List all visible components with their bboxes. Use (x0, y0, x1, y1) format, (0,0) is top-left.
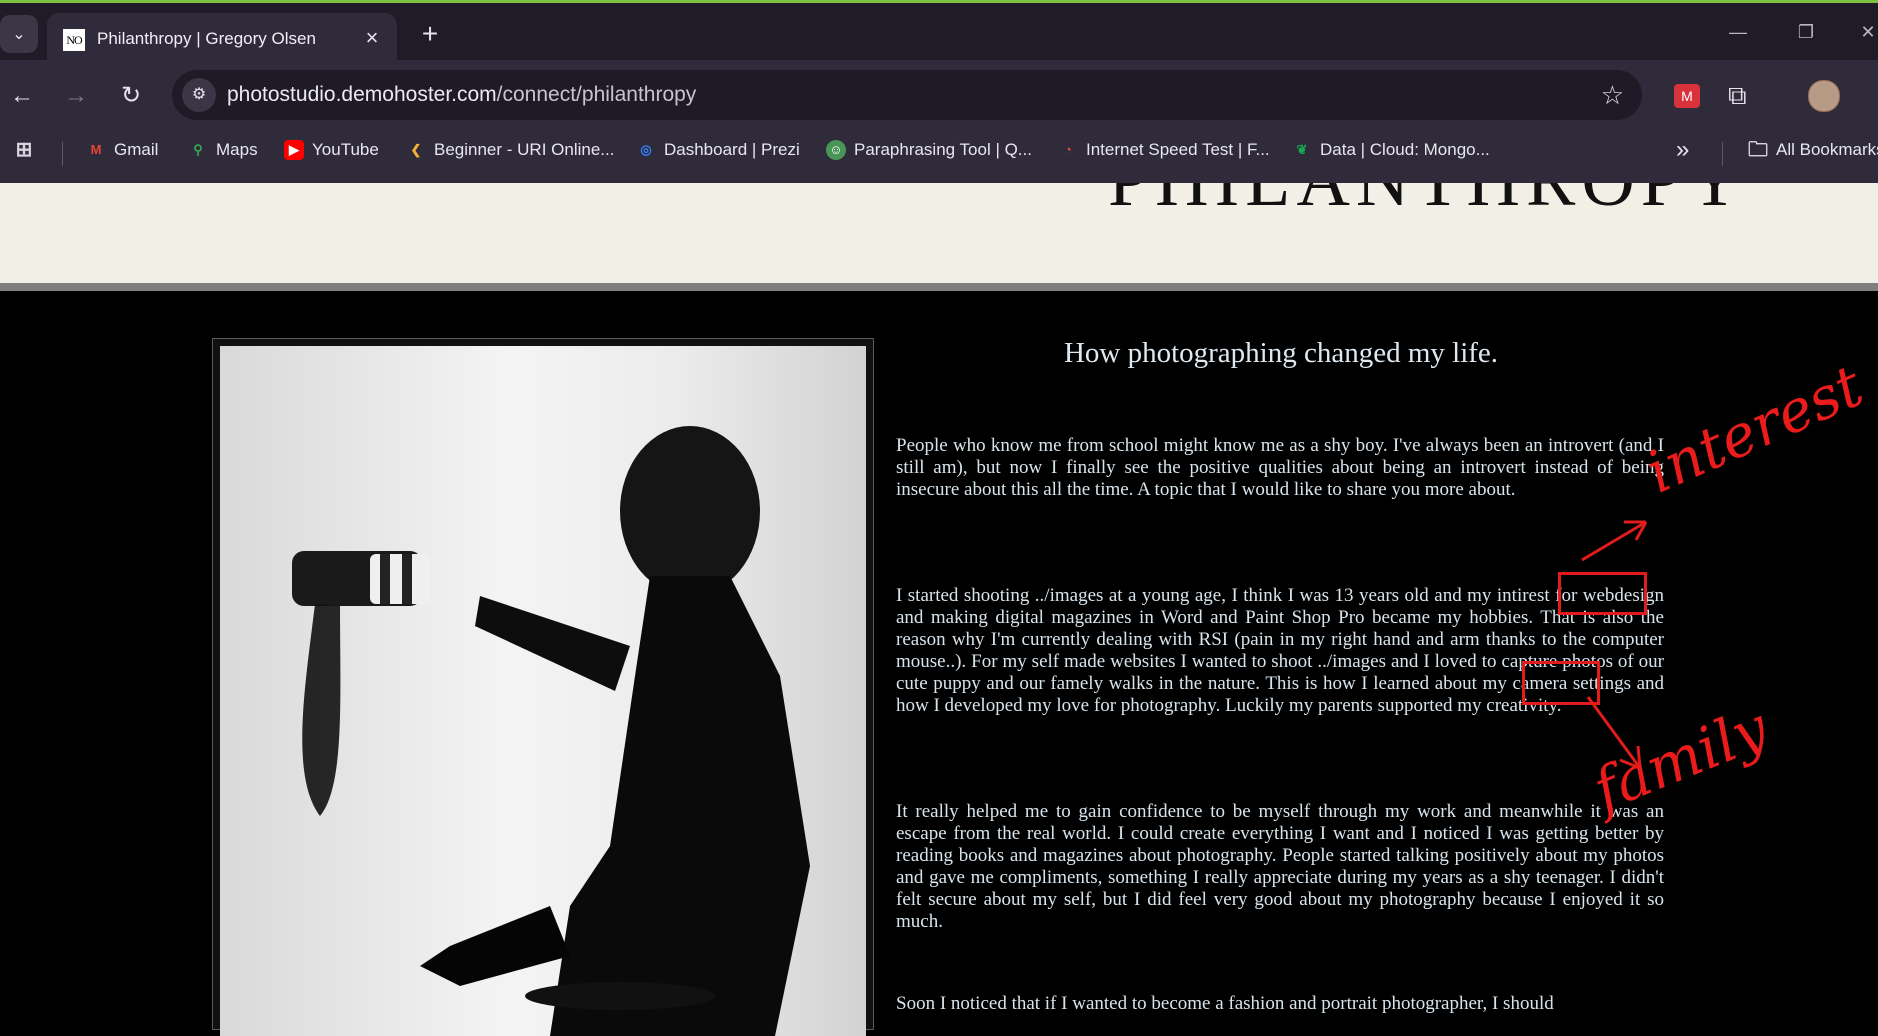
annotation-arrows (1581, 520, 1648, 770)
